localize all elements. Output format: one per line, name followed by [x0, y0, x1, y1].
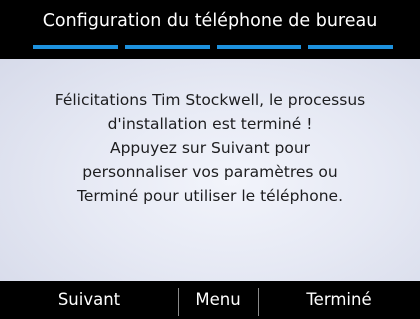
setup-progress-bar — [33, 45, 393, 49]
page-title: Configuration du téléphone de bureau — [42, 11, 378, 31]
header-bar: Configuration du téléphone de bureau — [0, 0, 420, 59]
next-softkey[interactable]: Suivant — [0, 281, 178, 319]
content-panel: Félicitations Tim Stockwell, le processu… — [0, 59, 420, 281]
softkey-bar: Suivant Menu Terminé — [0, 281, 420, 319]
message-line: Terminé pour utiliser le téléphone. — [77, 187, 343, 205]
message-line: Félicitations Tim Stockwell, le processu… — [54, 91, 366, 109]
progress-step-4 — [308, 45, 393, 49]
progress-step-1 — [33, 45, 118, 49]
done-softkey[interactable]: Terminé — [258, 281, 420, 319]
message-line: d'installation est terminé ! — [107, 115, 313, 133]
message-line: personnaliser vos paramètres ou — [82, 163, 338, 181]
phone-screen: Configuration du téléphone de bureau Fél… — [0, 0, 420, 319]
message-line: Appuyez sur Suivant pour — [109, 139, 311, 157]
menu-softkey[interactable]: Menu — [178, 281, 258, 319]
progress-step-2 — [124, 45, 210, 49]
completion-message: Félicitations Tim Stockwell, le processu… — [20, 88, 400, 208]
progress-step-3 — [216, 45, 302, 49]
